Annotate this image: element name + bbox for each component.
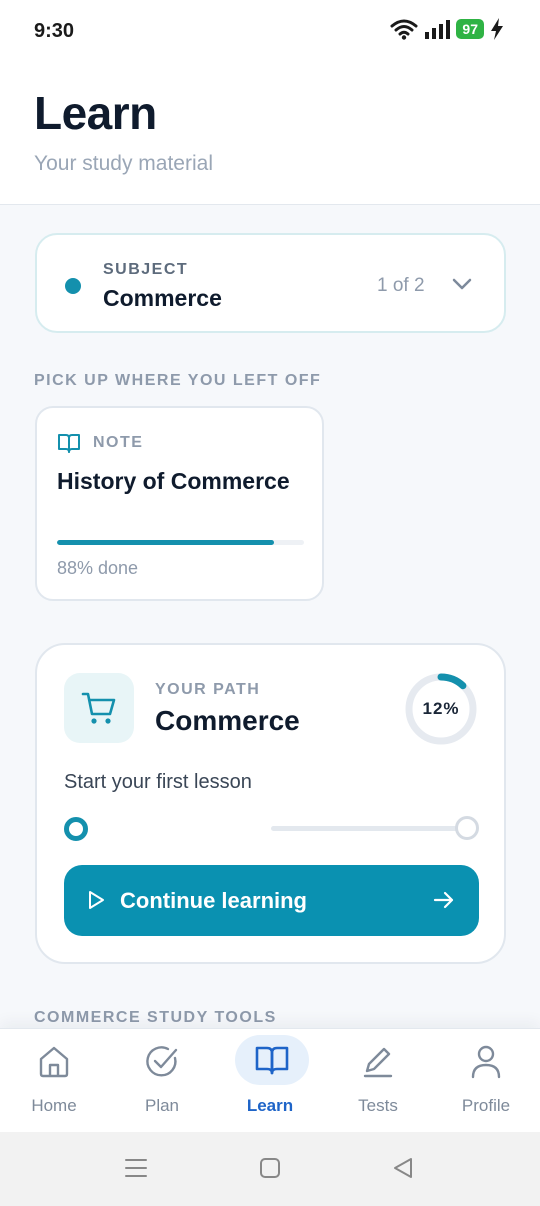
nav-label-tests: Tests (358, 1096, 398, 1115)
page-header: Learn Your study material (0, 62, 540, 205)
status-icons: 97 (390, 18, 504, 40)
subject-selector[interactable]: SUBJECT Commerce 1 of 2 (35, 233, 506, 333)
book-open-icon (255, 1046, 289, 1075)
battery-indicator: 97 (456, 19, 484, 39)
resume-note-card[interactable]: NOTE History of Commerce 88% done (35, 406, 324, 601)
recent-apps-icon[interactable] (124, 1156, 148, 1180)
subject-count: 1 of 2 (377, 275, 425, 296)
back-button-icon[interactable] (392, 1156, 414, 1180)
status-time: 9:30 (34, 20, 75, 42)
continue-learning-button[interactable]: Continue learning (64, 865, 479, 936)
nav-icon-wrap (351, 1042, 405, 1082)
path-icon-box (64, 673, 134, 743)
nav-icon-wrap (235, 1035, 309, 1085)
nav-item-profile[interactable]: Profile (432, 1029, 540, 1133)
path-lesson-text: Start your first lesson (64, 771, 252, 793)
play-icon (89, 891, 104, 909)
note-progress-fill (57, 540, 275, 545)
continue-learning-label: Continue learning (120, 888, 307, 913)
nav-item-home[interactable]: Home (0, 1029, 108, 1133)
nav-label-plan: Plan (144, 1096, 180, 1115)
nav-icon-wrap (459, 1042, 513, 1082)
note-kind: NOTE (93, 434, 144, 451)
book-open-icon (58, 434, 80, 453)
page-subtitle: Your study material (34, 152, 213, 175)
subject-name: Commerce (103, 285, 222, 311)
path-start-node (64, 817, 88, 841)
tools-section-label: COMMERCE STUDY TOOLS (34, 1009, 277, 1026)
shopping-cart-icon (81, 692, 116, 724)
subject-dot (65, 278, 81, 294)
bottom-navigation: Home Plan Learn Tests Profile (0, 1028, 540, 1132)
home-button-icon[interactable] (259, 1156, 281, 1180)
page-title: Learn (34, 87, 157, 139)
home-icon (39, 1046, 69, 1078)
path-end-node (455, 816, 479, 840)
subject-label: SUBJECT (103, 261, 189, 278)
user-icon (471, 1045, 501, 1079)
nav-label-learn: Learn (246, 1096, 294, 1115)
path-name: Commerce (155, 705, 300, 736)
nav-icon-wrap (27, 1042, 81, 1082)
path-track (271, 826, 459, 831)
nav-label-home: Home (31, 1096, 77, 1115)
note-progress-text: 88% done (57, 558, 139, 578)
system-navigation-bar (0, 1132, 540, 1206)
nav-item-tests[interactable]: Tests (324, 1029, 432, 1133)
nav-label-profile: Profile (461, 1096, 511, 1115)
nav-icon-wrap (135, 1042, 189, 1082)
arrow-right-icon (433, 891, 454, 909)
path-progress-text: 12% (422, 699, 460, 718)
check-circle-icon (146, 1046, 178, 1077)
path-label: YOUR PATH (155, 681, 261, 698)
nav-item-plan[interactable]: Plan (108, 1029, 216, 1133)
note-progress-bar (57, 540, 304, 545)
resume-section-label: PICK UP WHERE YOU LEFT OFF (34, 372, 322, 389)
learning-path-card: YOUR PATH Commerce 12% Start your first … (35, 643, 506, 964)
charging-bolt-icon (491, 18, 503, 40)
nav-item-learn[interactable]: Learn (216, 1029, 324, 1133)
pencil-icon (363, 1047, 393, 1078)
signal-icon (425, 20, 451, 39)
note-title: History of Commerce (57, 468, 290, 494)
chevron-down-icon[interactable] (451, 273, 473, 295)
wifi-icon (390, 19, 418, 40)
status-bar: 9:30 97 (0, 0, 540, 62)
